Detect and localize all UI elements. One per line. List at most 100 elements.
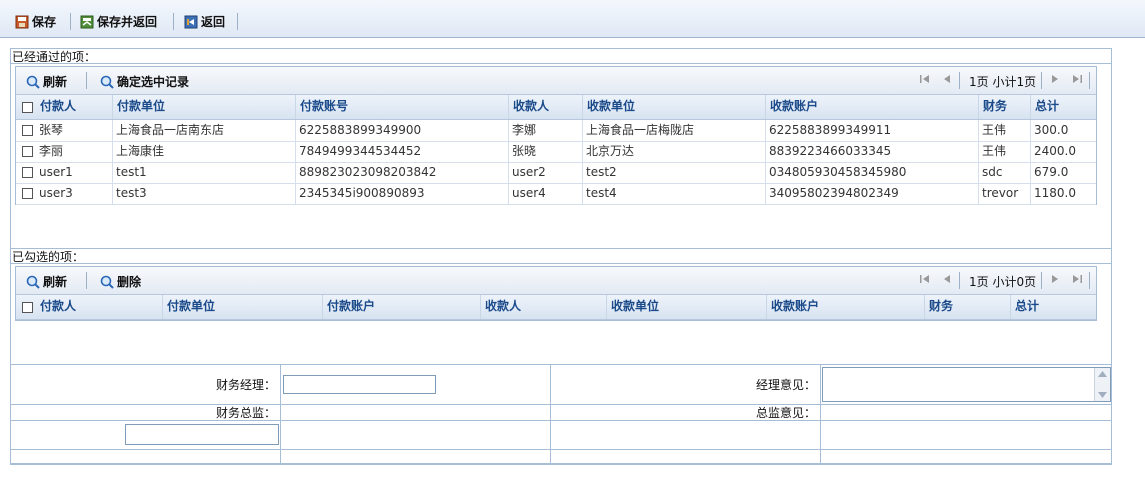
passed-select-all-checkbox[interactable]	[22, 102, 33, 113]
cell-payer: user1	[39, 165, 73, 179]
grid-toolbar-separator	[86, 272, 87, 289]
passed-refresh-button[interactable]: 刷新	[26, 73, 67, 90]
cell-payer-unit: 上海食品一店南东店	[112, 120, 295, 141]
checked-pager-text: 1页 小计0页	[969, 275, 1037, 289]
save-label: 保存	[32, 15, 57, 29]
col-total[interactable]: 总计	[1010, 295, 1096, 319]
checked-title-line	[10, 263, 1112, 264]
cell-payee: 张晓	[508, 141, 582, 162]
cell-total: 300.0	[1030, 120, 1096, 141]
col-payer-unit[interactable]: 付款单位	[162, 295, 322, 319]
confirm-selected-label: 确定选中记录	[117, 75, 190, 89]
table-row[interactable]: 李丽 上海康佳 7849499344534452 张晓 北京万达 8839223…	[16, 141, 1096, 163]
search-icon	[26, 75, 40, 89]
toolbar-separator	[70, 13, 71, 30]
next-page-icon[interactable]	[1049, 73, 1061, 85]
cell-finance: 王伟	[978, 141, 1030, 162]
cell-payee-unit: test2	[582, 162, 765, 183]
col-payee[interactable]: 收款人	[508, 95, 582, 119]
checked-grid-header: 付款人 付款单位 付款账户 收款人 收款单位 收款账户 财务 总计	[16, 295, 1096, 320]
cell-payee-unit: test4	[582, 183, 765, 204]
checked-top-line	[10, 248, 1112, 249]
cell-total: 1180.0	[1030, 183, 1096, 204]
row-checkbox[interactable]	[22, 146, 33, 157]
col-payee-account[interactable]: 收款账户	[766, 295, 924, 319]
finance-manager-input[interactable]	[283, 375, 436, 394]
table-row[interactable]: user1 test1 889823023098203842 user2 tes…	[16, 162, 1096, 184]
last-page-icon[interactable]	[1071, 273, 1083, 285]
cell-payer: 张琴	[39, 123, 64, 137]
col-payer-account[interactable]: 付款账户	[322, 295, 480, 319]
passed-grid: 刷新 确定选中记录 1页 小计1页 付款人 付款单位 付款账号 收款人 收款单位…	[15, 66, 1097, 205]
cell-finance: sdc	[978, 162, 1030, 183]
cell-payee-account: 8839223466033345	[765, 141, 978, 162]
manager-opinion-textarea[interactable]	[822, 367, 1111, 402]
col-payee-account[interactable]: 收款账户	[765, 95, 978, 119]
scroll-up-icon[interactable]	[1098, 371, 1107, 377]
cell-total: 2400.0	[1030, 141, 1096, 162]
cell-payer-account: 6225883899349900	[295, 120, 508, 141]
row-checkbox[interactable]	[22, 167, 33, 178]
table-row[interactable]: 张琴 上海食品一店南东店 6225883899349900 李娜 上海食品一店梅…	[16, 120, 1096, 142]
finance-director-input[interactable]	[125, 424, 279, 445]
first-page-icon[interactable]	[919, 73, 931, 85]
pager-separator	[1041, 272, 1042, 289]
cell-payee: user4	[508, 183, 582, 204]
cell-payer-account: 2345345i900890893	[295, 183, 508, 204]
checked-refresh-button[interactable]: 刷新	[26, 273, 67, 290]
col-payer-account[interactable]: 付款账号	[295, 95, 508, 119]
checked-grid-toolbar: 刷新 删除 1页 小计0页	[16, 267, 1096, 295]
pager-separator	[1041, 72, 1042, 89]
row-checkbox[interactable]	[22, 125, 33, 136]
cell-payer: 李丽	[39, 144, 64, 158]
col-payer[interactable]: 付款人	[36, 295, 162, 319]
delete-label: 删除	[117, 275, 142, 289]
return-button[interactable]: 返回	[184, 13, 225, 31]
cell-payee: 李娜	[508, 120, 582, 141]
cell-payee-account: 34095802394802349	[765, 183, 978, 204]
form-vline	[550, 364, 551, 465]
col-finance[interactable]: 财务	[978, 95, 1030, 119]
cell-payee-account: 6225883899349911	[765, 120, 978, 141]
manager-opinion-label: 经理意见：	[755, 378, 816, 392]
confirm-selected-button[interactable]: 确定选中记录	[100, 73, 189, 90]
save-icon	[15, 15, 29, 29]
next-page-icon[interactable]	[1049, 273, 1061, 285]
col-payee[interactable]: 收款人	[480, 295, 606, 319]
prev-page-icon[interactable]	[941, 73, 953, 85]
col-payee-unit[interactable]: 收款单位	[582, 95, 765, 119]
finance-manager-label: 财务经理：	[215, 378, 276, 392]
cell-payee: user2	[508, 162, 582, 183]
pager-separator	[1089, 272, 1090, 289]
prev-page-icon[interactable]	[941, 273, 953, 285]
form-vline	[820, 364, 821, 465]
return-label: 返回	[201, 15, 226, 29]
col-payee-unit[interactable]: 收款单位	[606, 295, 766, 319]
passed-grid-toolbar: 刷新 确定选中记录 1页 小计1页	[16, 67, 1096, 95]
form-vline	[280, 364, 281, 465]
top-toolbar: 保存 保存并返回 返回	[0, 0, 1145, 38]
pager-separator	[1089, 72, 1090, 89]
finance-director-label: 财务总监：	[215, 406, 276, 420]
textarea-scrollbar[interactable]	[1094, 368, 1110, 401]
save-button[interactable]: 保存	[15, 13, 56, 31]
return-icon	[184, 15, 198, 29]
passed-refresh-label: 刷新	[43, 75, 68, 89]
cell-payer-account: 889823023098203842	[295, 162, 508, 183]
col-total[interactable]: 总计	[1030, 95, 1096, 119]
row-checkbox[interactable]	[22, 188, 33, 199]
form-line	[10, 364, 1112, 365]
scroll-down-icon[interactable]	[1098, 392, 1107, 398]
director-opinion-label: 总监意见：	[755, 406, 816, 420]
delete-button[interactable]: 删除	[100, 273, 141, 290]
last-page-icon[interactable]	[1071, 73, 1083, 85]
cell-payee-unit: 上海食品一店梅陇店	[582, 120, 765, 141]
form-line	[10, 464, 1112, 465]
table-row[interactable]: user3 test3 2345345i900890893 user4 test…	[16, 183, 1096, 205]
first-page-icon[interactable]	[919, 273, 931, 285]
col-payer-unit[interactable]: 付款单位	[112, 95, 295, 119]
checked-select-all-checkbox[interactable]	[22, 302, 33, 313]
save-and-return-button[interactable]: 保存并返回	[80, 13, 157, 31]
col-payer[interactable]: 付款人	[36, 95, 112, 119]
col-finance[interactable]: 财务	[924, 295, 1010, 319]
